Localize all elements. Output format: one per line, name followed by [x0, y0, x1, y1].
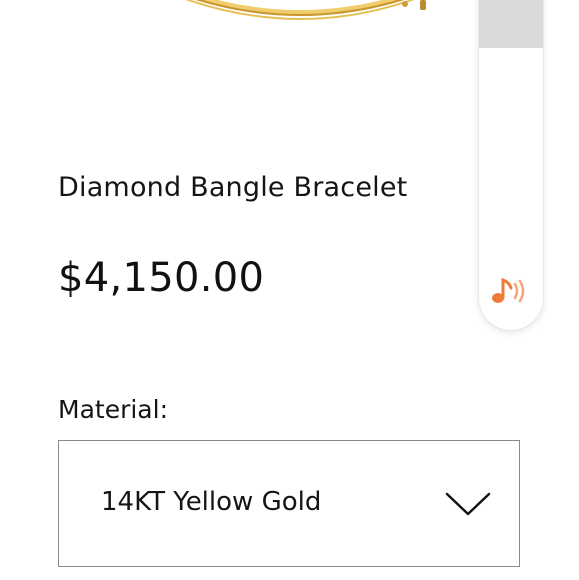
- product-title: Diamond Bangle Bracelet: [58, 172, 408, 203]
- product-page: Diamond Bangle Bracelet $4,150.00 Materi…: [0, 0, 579, 580]
- product-price: $4,150.00: [58, 255, 265, 301]
- material-selected-value: 14KT Yellow Gold: [101, 487, 322, 517]
- material-label: Material:: [58, 395, 168, 424]
- product-image: [150, 0, 450, 20]
- material-select[interactable]: 14KT Yellow Gold: [58, 440, 520, 567]
- gold-bangle-bracelet-image: [185, 0, 426, 20]
- audio-button[interactable]: [485, 271, 537, 311]
- floating-side-widget: [479, 0, 543, 330]
- music-note-sound-icon: [492, 277, 525, 303]
- chevron-down-icon: [445, 492, 491, 516]
- widget-scrollbar-thumb[interactable]: [479, 0, 543, 48]
